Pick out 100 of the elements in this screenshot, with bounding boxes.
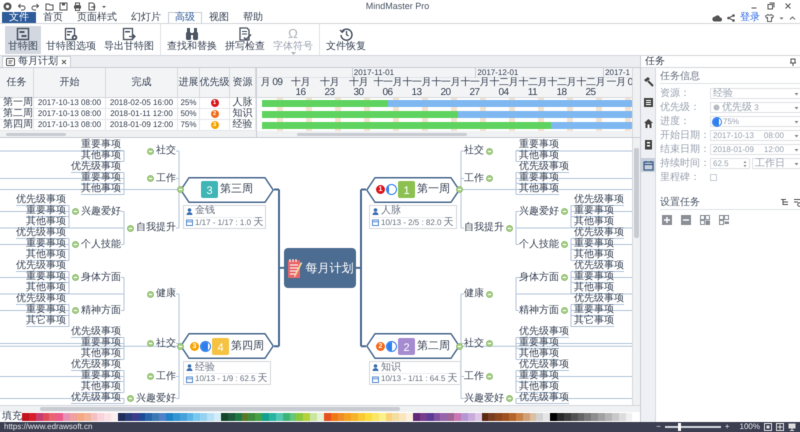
topic-label[interactable]: 其他事项 (519, 151, 559, 162)
topic-label[interactable]: 其他事项 (26, 283, 66, 294)
topic-label[interactable]: 其他事项 (574, 217, 614, 228)
topic-label[interactable]: 优先级事项 (574, 228, 624, 239)
menu-tab[interactable]: 页面样式 (70, 12, 124, 23)
topic-label[interactable]: 兴趣爱好 (81, 206, 121, 216)
menu-tab[interactable]: 帮助 (236, 12, 270, 23)
topic-label[interactable]: 优先级事项 (519, 162, 569, 173)
topic-label[interactable]: 重要事项 (26, 272, 66, 283)
topic-title: 第一周 (417, 184, 450, 195)
topic-label[interactable]: 其他事项 (81, 382, 121, 393)
topic-label[interactable]: 兴趣爱好 (464, 394, 504, 404)
topic-label[interactable]: 重要事项 (574, 305, 614, 316)
document-tab[interactable]: 每月计划 (2, 56, 71, 67)
topic-label[interactable]: 重要事项 (81, 140, 121, 151)
topic-label[interactable]: 优先级事项 (16, 195, 66, 206)
topic-label[interactable]: 其他事项 (81, 349, 121, 360)
ribbon-button[interactable]: 文件恢复 (323, 26, 369, 54)
login-link[interactable]: 登录 (740, 12, 760, 22)
menu-tab[interactable]: 幻灯片 (124, 12, 168, 23)
topic-label[interactable]: 其他事项 (81, 151, 121, 162)
topic-label[interactable]: 工作 (156, 174, 176, 184)
topic-label[interactable]: 优先级事项 (71, 393, 121, 404)
topic-label[interactable]: 身体方面 (519, 272, 559, 282)
topic-label[interactable]: 工作 (156, 372, 176, 382)
column-header[interactable]: 优先级 (200, 68, 230, 98)
menu-tab[interactable]: 高级 (168, 12, 202, 23)
topic-label[interactable]: 优先级事项 (519, 393, 569, 404)
topic-label[interactable]: 其他事项 (26, 250, 66, 261)
topic-label[interactable]: 其他事项 (81, 184, 121, 195)
topic-label[interactable]: 重要事项 (81, 173, 121, 184)
topic-label[interactable]: 个人技能 (519, 240, 559, 250)
topic-label[interactable]: 重要事项 (26, 239, 66, 250)
topic-label[interactable]: 优先级事项 (71, 360, 121, 371)
topic-label[interactable]: 重要事项 (81, 338, 121, 349)
topic-label[interactable]: 优先级事项 (16, 261, 66, 272)
topic-label[interactable]: 自我提升 (136, 223, 176, 233)
topic-label[interactable]: 优先级事项 (16, 228, 66, 239)
topic-label[interactable]: 个人技能 (81, 240, 121, 250)
zoom-out-button[interactable]: − (656, 422, 661, 432)
topic-label[interactable]: 其他事项 (519, 382, 559, 393)
topic-label[interactable]: 工作 (464, 174, 484, 184)
topic-label[interactable]: 社交 (156, 338, 176, 348)
column-header[interactable]: 任务 (0, 68, 34, 98)
week-topic[interactable]: 3 第三周 (180, 176, 274, 202)
topic-label[interactable]: 重要事项 (519, 371, 559, 382)
topic-label[interactable]: 精神方面 (519, 306, 559, 316)
ribbon-button[interactable]: 拼写检查 (222, 26, 268, 54)
zoom-in-button[interactable]: + (724, 422, 730, 432)
topic-label[interactable]: 社交 (464, 146, 484, 156)
topic-label[interactable]: 重要事项 (519, 338, 559, 349)
topic-label[interactable]: 重要事项 (574, 272, 614, 283)
central-topic[interactable]: 每月计划 (284, 248, 356, 288)
menu-tab[interactable]: 视图 (202, 12, 236, 23)
topic-label[interactable]: 其他事项 (519, 349, 559, 360)
calendar-badge: 2 (398, 338, 415, 355)
topic-label[interactable]: 其他事项 (574, 250, 614, 261)
topic-label[interactable]: 其他事项 (26, 217, 66, 228)
file-menu-button[interactable]: 文件 (2, 12, 36, 23)
topic-label[interactable]: 重要事项 (519, 173, 559, 184)
topic-label[interactable]: 自我提升 (464, 223, 504, 233)
topic-label[interactable]: 其它事项 (574, 316, 614, 327)
topic-label[interactable]: 社交 (156, 146, 176, 156)
column-header[interactable]: 资源 (230, 68, 256, 98)
menu-tab[interactable]: 首页 (36, 12, 70, 23)
topic-label[interactable]: 重要事项 (26, 305, 66, 316)
topic-label[interactable]: 重要事项 (519, 140, 559, 151)
topic-label[interactable]: 优先级事项 (519, 360, 569, 371)
topic-label[interactable]: 优先级事项 (71, 327, 121, 338)
ribbon-button[interactable]: 甘特图选项 (43, 26, 99, 54)
ribbon-button[interactable]: 导出甘特图 (101, 26, 157, 54)
topic-label[interactable]: 其他事项 (574, 283, 614, 294)
topic-label[interactable]: 优先级事项 (71, 162, 121, 173)
column-header[interactable]: 完成 (106, 68, 178, 98)
column-header[interactable]: 开始 (34, 68, 106, 98)
website-link[interactable]: https://www.edrawsoft.cn (0, 422, 92, 432)
topic-label[interactable]: 优先级事项 (574, 261, 624, 272)
field-label: 持续时间： (660, 158, 710, 168)
field-label: 资源： (660, 88, 691, 98)
topic-label[interactable]: 健康 (464, 289, 484, 299)
topic-label[interactable]: 优先级事项 (574, 294, 624, 305)
topic-label[interactable]: 优先级事项 (574, 195, 624, 206)
ribbon-button[interactable]: 查找和替换 (164, 26, 220, 54)
topic-label[interactable]: 社交 (464, 338, 484, 348)
topic-label[interactable]: 重要事项 (574, 239, 614, 250)
ribbon-button[interactable]: 甘特图 (5, 26, 41, 54)
topic-label[interactable]: 兴趣爱好 (519, 206, 559, 216)
topic-label[interactable]: 其他事项 (519, 184, 559, 195)
topic-label[interactable]: 精神方面 (81, 306, 121, 316)
topic-label[interactable]: 健康 (156, 289, 176, 299)
topic-label[interactable]: 重要事项 (81, 371, 121, 382)
topic-label[interactable]: 优先级事项 (519, 327, 569, 338)
topic-label[interactable]: 其它事项 (26, 316, 66, 327)
topic-label[interactable]: 身体方面 (81, 272, 121, 282)
column-header[interactable]: 进展 (178, 68, 200, 98)
topic-label[interactable]: 重要事项 (574, 206, 614, 217)
topic-label[interactable]: 重要事项 (26, 206, 66, 217)
topic-label[interactable]: 兴趣爱好 (136, 394, 176, 404)
topic-label[interactable]: 优先级事项 (16, 294, 66, 305)
topic-label[interactable]: 工作 (464, 372, 484, 382)
